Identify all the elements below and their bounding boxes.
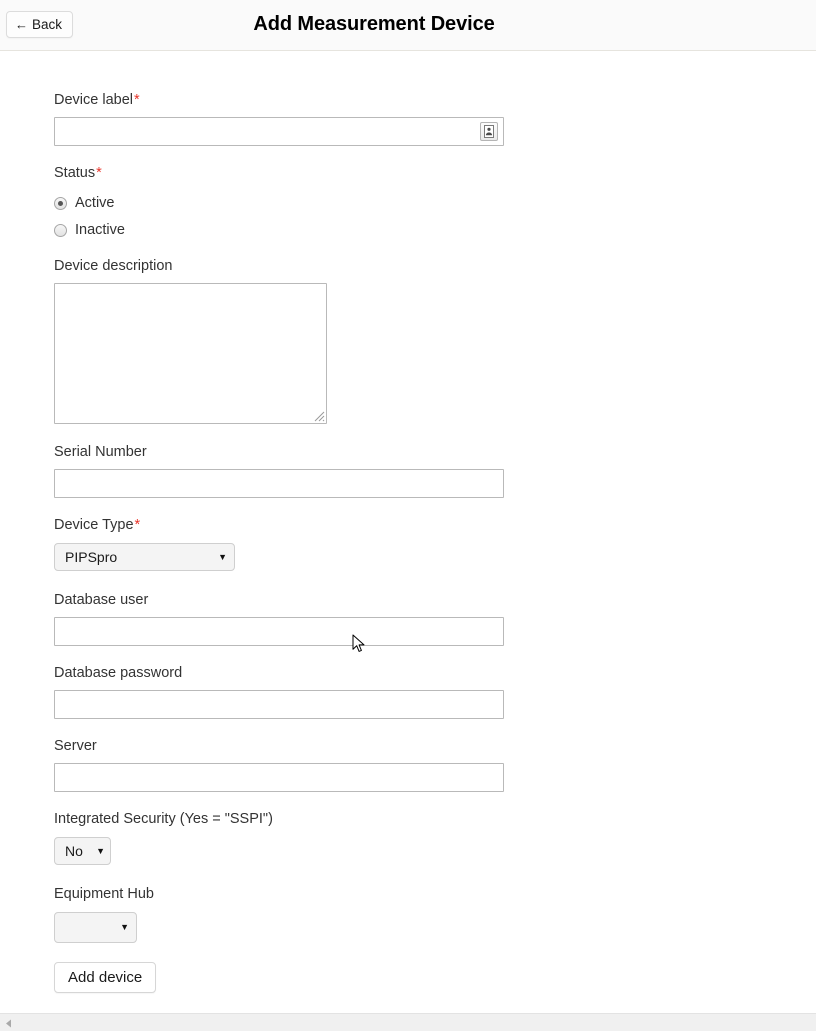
label-server: Server [54,738,504,754]
field-device-type: Device Type* PIPSpro ▼ [54,517,235,571]
field-status: Status* Active Inactive [54,165,125,240]
radio-inactive-label[interactable]: Inactive [75,222,125,238]
field-integrated-security: Integrated Security (Yes = "SSPI") No ▼ [54,811,273,865]
radio-inactive[interactable] [54,224,67,237]
field-database-user: Database user [54,592,504,646]
chevron-down-icon: ▼ [96,847,105,856]
device-type-select[interactable]: PIPSpro ▼ [54,543,235,571]
device-description-textarea[interactable] [54,283,327,424]
label-integrated-security: Integrated Security (Yes = "SSPI") [54,811,273,827]
label-device-label: Device label* [54,92,504,108]
field-submit: Add device [54,962,156,993]
equipment-hub-select[interactable]: ▼ [54,912,137,943]
chevron-down-icon: ▼ [218,553,227,562]
field-equipment-hub: Equipment Hub ▼ [54,886,154,943]
server-input[interactable] [54,763,504,792]
label-database-user: Database user [54,592,504,608]
field-device-description: Device description [54,258,327,424]
field-server: Server [54,738,504,792]
horizontal-scrollbar[interactable] [0,1013,816,1031]
label-equipment-hub: Equipment Hub [54,886,154,902]
device-description-wrap [54,283,327,424]
label-device-type: Device Type* [54,517,235,533]
label-database-password: Database password [54,665,504,681]
field-device-label: Device label* [54,92,504,146]
device-label-input-wrap [54,117,504,146]
database-password-input[interactable] [54,690,504,719]
required-asterisk: * [96,165,102,181]
field-serial-number: Serial Number [54,444,504,498]
label-device-description: Device description [54,258,327,274]
radio-option-inactive[interactable]: Inactive [54,220,125,240]
label-status: Status* [54,165,125,181]
chevron-down-icon: ▼ [120,923,129,932]
label-serial-number: Serial Number [54,444,504,460]
device-type-select-value: PIPSpro [65,549,117,565]
integrated-security-select-value: No [65,843,83,859]
page-header: ← Back Add Measurement Device [0,0,816,51]
scroll-left-arrow-icon[interactable] [2,1017,14,1029]
radio-option-active[interactable]: Active [54,193,125,213]
serial-number-input[interactable] [54,469,504,498]
field-database-password: Database password [54,665,504,719]
add-measurement-device-page: ← Back Add Measurement Device Device lab… [0,0,816,1031]
page-title: Add Measurement Device [0,13,816,36]
device-label-input[interactable] [54,117,504,146]
required-asterisk: * [135,517,141,533]
radio-active-label[interactable]: Active [75,195,115,211]
integrated-security-select[interactable]: No ▼ [54,837,111,865]
database-user-input[interactable] [54,617,504,646]
required-asterisk: * [134,92,140,108]
add-device-button[interactable]: Add device [54,962,156,993]
contact-picker-icon[interactable] [480,122,498,141]
radio-active[interactable] [54,197,67,210]
